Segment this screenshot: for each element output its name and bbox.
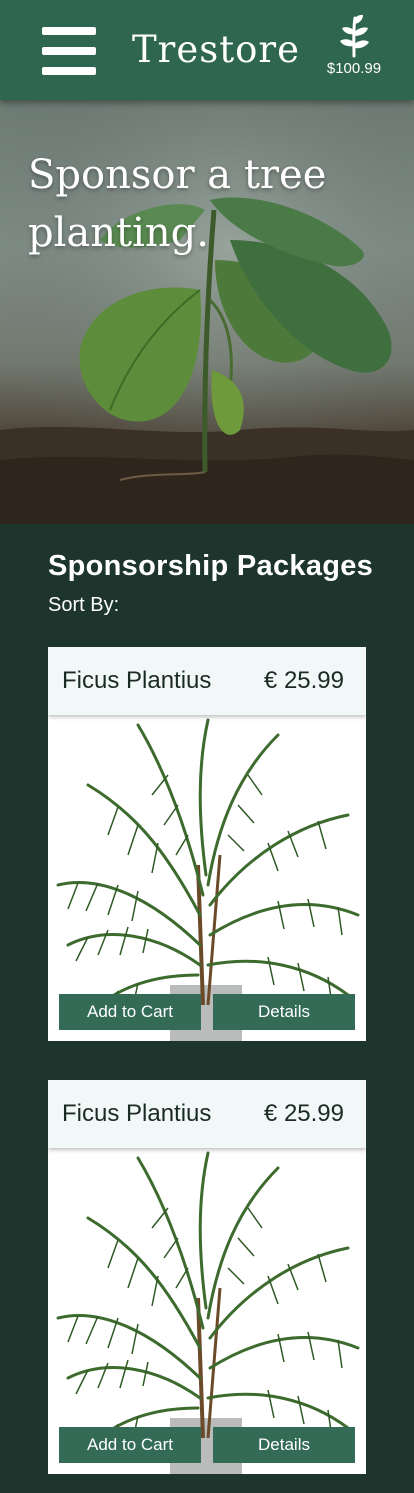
hero-banner: Sponsor a tree planting. [0, 100, 414, 524]
brand-logo-text[interactable]: Trestore [132, 28, 300, 71]
product-name[interactable]: Ficus Plantius [62, 667, 211, 695]
details-button[interactable]: Details [213, 994, 355, 1030]
top-nav-bar: Trestore $100.99 [0, 0, 414, 100]
add-to-cart-button[interactable]: Add to Cart [59, 1427, 201, 1463]
menu-line [42, 27, 96, 35]
menu-line [42, 47, 96, 55]
hero-title: Sponsor a tree planting. [28, 152, 327, 256]
section-title: Sponsorship Packages [48, 550, 374, 582]
palm-plant-image [56, 718, 360, 1041]
product-card: Ficus Plantius € 25.99 Add to Cart Detai… [48, 1080, 366, 1474]
cart-button[interactable]: $100.99 [316, 10, 392, 90]
product-card-header: Ficus Plantius € 25.99 [48, 1080, 366, 1148]
hamburger-menu-icon[interactable] [42, 27, 96, 75]
product-card-header: Ficus Plantius € 25.99 [48, 647, 366, 715]
cart-total: $100.99 [326, 60, 382, 77]
palm-plant-image [56, 1151, 360, 1474]
product-name[interactable]: Ficus Plantius [62, 1100, 211, 1128]
product-price: € 25.99 [263, 667, 344, 694]
sort-by-control[interactable]: Sort By: [48, 594, 119, 617]
menu-line [42, 67, 96, 75]
add-to-cart-button[interactable]: Add to Cart [59, 994, 201, 1030]
leaf-sprig-icon [340, 14, 369, 58]
details-button[interactable]: Details [213, 1427, 355, 1463]
product-card: Ficus Plantius € 25.99 Add to Cart Detai… [48, 647, 366, 1041]
product-price: € 25.99 [263, 1100, 344, 1127]
